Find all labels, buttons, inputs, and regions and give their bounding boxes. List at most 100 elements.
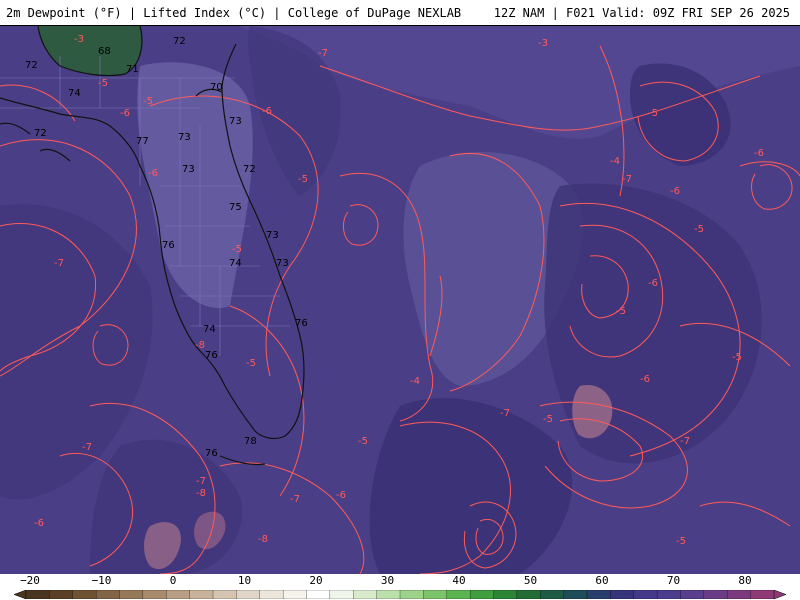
colorbar-swatch — [329, 590, 354, 599]
colorbar-swatch — [353, 590, 378, 599]
lifted-index-label: -4 — [610, 156, 620, 167]
colorbar — [14, 590, 786, 599]
lifted-index-label: -7 — [680, 436, 690, 447]
dewpoint-label: 72 — [34, 128, 47, 139]
colorbar-swatch — [493, 590, 518, 599]
colorbar-swatch — [423, 590, 448, 599]
map-canvas: 70 68 72 72 71 74 70 72 77 73 73 73 72 7… — [0, 26, 800, 574]
lifted-index-label: -8 — [195, 340, 205, 351]
colorbar-tick-label: 30 — [380, 574, 395, 587]
lifted-index-label: -6 — [120, 108, 130, 119]
colorbar-swatch — [189, 590, 214, 599]
lifted-index-label: -5 — [732, 352, 742, 363]
colorbar-swatch — [72, 590, 97, 599]
product-title: 2m Dewpoint (°F) | Lifted Index (°C) | C… — [6, 6, 462, 20]
lifted-index-label: -8 — [258, 534, 268, 545]
lifted-index-label: -6 — [262, 106, 272, 117]
lifted-index-label: -7 — [622, 174, 632, 185]
colorbar-swatch — [282, 590, 308, 599]
lifted-index-label: -6 — [336, 490, 346, 501]
colorbar-swatch — [656, 590, 682, 599]
colorbar-swatch — [119, 590, 144, 599]
colorbar-tick-label: 40 — [452, 574, 466, 587]
lifted-index-label: -6 — [640, 374, 650, 385]
colorbar-swatch — [142, 590, 167, 599]
dewpoint-label: 77 — [136, 136, 149, 147]
colorbar-swatch — [516, 590, 541, 599]
map-header: 2m Dewpoint (°F) | Lifted Index (°C) | C… — [0, 0, 800, 26]
colorbar-tick-label: −10 — [91, 574, 112, 587]
colorbar-swatch — [610, 590, 635, 599]
dewpoint-label: 76 — [162, 240, 175, 251]
dewpoint-label: 73 — [229, 116, 242, 127]
dewpoint-label: 74 — [229, 258, 242, 269]
lifted-index-label: -7 — [500, 408, 510, 419]
lifted-index-label: -6 — [670, 186, 680, 197]
weather-map-page: { "header": { "left_text": "2m Dewpoint … — [0, 0, 800, 600]
colorbar-swatch — [540, 590, 565, 599]
colorbar-swatch — [586, 590, 612, 599]
colorbar-legend: −20 −10 0 10 20 30 40 50 60 70 80 — [0, 574, 800, 600]
lifted-index-label: -7 — [318, 48, 328, 59]
lifted-index-label: -4 — [410, 376, 420, 387]
colorbar-swatch — [680, 590, 705, 599]
lifted-index-label: -3 — [538, 38, 548, 49]
dewpoint-label: 72 — [173, 36, 186, 47]
dewpoint-label: 73 — [178, 132, 191, 143]
colorbar-swatch — [166, 590, 191, 599]
lifted-index-label: -5 — [694, 224, 704, 235]
colorbar-swatch — [563, 590, 588, 599]
dewpoint-label: 68 — [98, 46, 111, 57]
lifted-index-label: -6 — [148, 168, 158, 179]
colorbar-swatch — [446, 590, 471, 599]
colorbar-tick-label: 50 — [523, 574, 538, 587]
colorbar-swatch — [236, 590, 261, 599]
dewpoint-label: 76 — [295, 318, 308, 329]
lifted-index-label: -7 — [54, 258, 64, 269]
colorbar-tick-labels: −20 −10 0 10 20 30 40 50 60 70 80 — [0, 574, 800, 587]
colorbar-tick-label: 60 — [595, 574, 609, 587]
lifted-index-label: -5 — [298, 174, 308, 185]
colorbar-swatch — [750, 590, 775, 599]
lifted-index-label: -7 — [82, 442, 92, 453]
lifted-index-label: -5 — [616, 306, 626, 317]
lifted-index-label: -5 — [648, 108, 658, 119]
lifted-index-label: -5 — [676, 536, 686, 547]
colorbar-swatch — [469, 590, 495, 599]
colorbar-swatch — [25, 590, 51, 599]
lifted-index-label: -5 — [98, 78, 108, 89]
model-run-info: 12Z NAM | F021 Valid: 09Z FRI SEP 26 202… — [493, 6, 790, 20]
dewpoint-label: 76 — [205, 350, 218, 361]
colorbar-swatch — [95, 590, 121, 599]
lifted-index-label: -5 — [232, 244, 242, 255]
colorbar-swatch — [306, 590, 331, 599]
lifted-index-label: -5 — [543, 414, 553, 425]
lifted-index-label: -6 — [34, 518, 44, 529]
colorbar-swatch — [399, 590, 425, 599]
colorbar-tick-label: 80 — [738, 574, 752, 587]
colorbar-tick-label: 0 — [169, 574, 177, 587]
dewpoint-label: 74 — [68, 88, 81, 99]
colorbar-swatch — [727, 590, 752, 599]
lifted-index-label: -3 — [74, 34, 84, 45]
dewpoint-label: 71 — [126, 64, 139, 75]
lifted-index-label: -5 — [246, 358, 256, 369]
colorbar-tick-label: 20 — [309, 574, 323, 587]
lifted-index-label: -7 — [290, 494, 300, 505]
lifted-index-label: -5 — [358, 436, 368, 447]
colorbar-tick-label: −20 — [20, 574, 40, 587]
lifted-index-label: -5 — [143, 96, 153, 107]
colorbar-swatch — [376, 590, 401, 599]
colorbar-tick-label: 70 — [666, 574, 681, 587]
map-panel: 70 68 72 72 71 74 70 72 77 73 73 73 72 7… — [0, 26, 800, 574]
dewpoint-label: 73 — [266, 230, 279, 241]
dewpoint-label: 74 — [203, 324, 216, 335]
lifted-index-label: -6 — [648, 278, 658, 289]
colorbar-swatch — [49, 590, 74, 599]
dewpoint-label: 73 — [276, 258, 289, 269]
colorbar-left-arrow — [14, 590, 27, 599]
colorbar-tick-label: 10 — [237, 574, 252, 587]
dewpoint-label: 78 — [244, 436, 257, 447]
dewpoint-label: 73 — [182, 164, 195, 175]
dewpoint-label: 72 — [243, 164, 256, 175]
